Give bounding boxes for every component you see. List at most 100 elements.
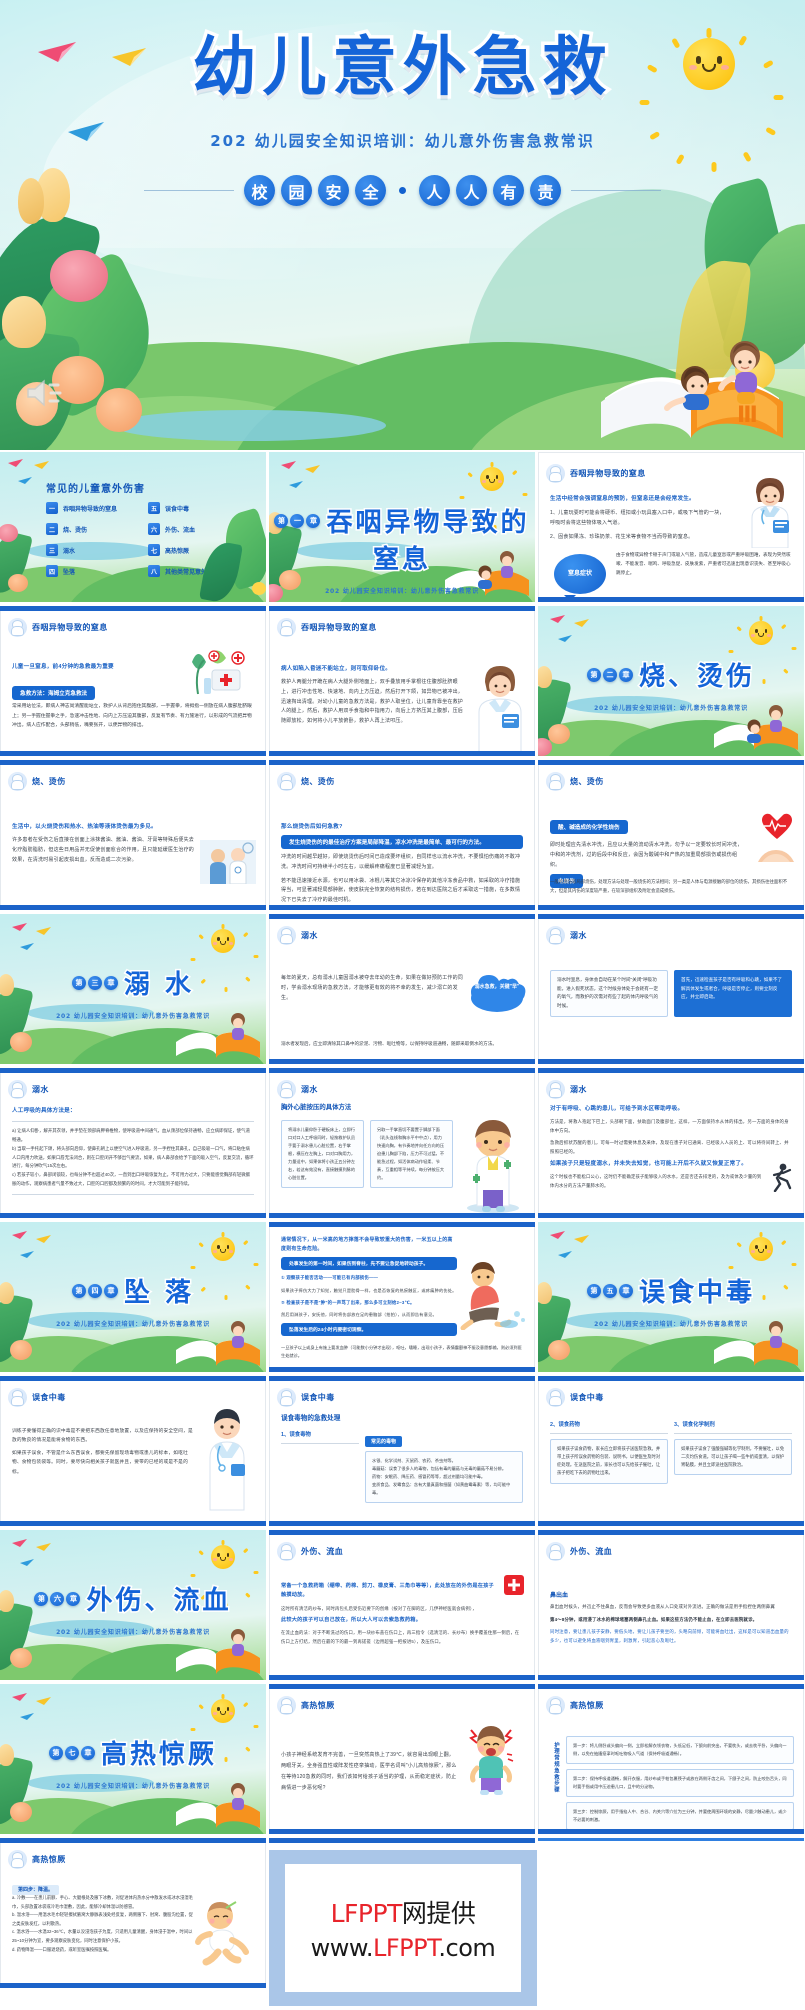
slide-bottom-bar: [0, 751, 266, 756]
hands-icon: [756, 840, 796, 864]
slide-bottom-bar: [269, 1213, 535, 1218]
toc-label: 坠落: [63, 568, 76, 576]
thumbnail-slide-s8[interactable]: 烧、烫伤 那么烧烫伤后如何急救? 发生烧烫伤的的最佳治疗方案是局部降温，凉水冲洗…: [269, 760, 535, 910]
sun-icon: [190, 1232, 259, 1300]
slide-bottom-bar: [0, 905, 266, 910]
cover-slide[interactable]: 幼儿意外急救 202 幼儿园安全知识培训：幼儿意外伤害急救常识 校 园 安 全 …: [0, 0, 805, 450]
slide-bottom-bar: [269, 751, 535, 756]
thumbnail-slide-s12[interactable]: 溺水 溺水时窒息，身体会自动在某个时间"关闭"呼吸功能，进入假死状态，这个时候身…: [538, 914, 804, 1064]
section-num-char: 二: [602, 667, 617, 682]
thumbnail-section-7[interactable]: 第 七 章 高热惊厥 202 幼儿园安全知识培训：幼儿意外伤害急救常识: [0, 1684, 266, 1834]
section-number: 第 三 章: [71, 975, 118, 990]
watermark-box: LFPPT网提供 www.LFPPT.com: [285, 1864, 521, 1992]
slogan-char: 有: [493, 175, 524, 206]
slide-top-bar: [269, 1530, 535, 1535]
thumbnail-slide-s14[interactable]: 溺水 胸外心脏按压的具体方法 将溺水儿童仰卧于硬板床上，立即行口对口人工呼吸同时…: [269, 1068, 535, 1218]
slide-header-title: 溺水: [570, 931, 587, 940]
toc-item-2[interactable]: 二 烧、烫伤: [46, 523, 134, 535]
toc-label: 高热惊厥: [165, 547, 190, 555]
thumbnail-slide-contents[interactable]: 常见的儿童意外伤害 一 吞咽异物导致的窒息 五 误食中毒 二 烧、烫伤 六 外伤…: [0, 452, 266, 602]
slide-lead: 那么烧烫伤后如何急救?: [281, 824, 343, 830]
doctor-avatar-icon: [546, 772, 565, 791]
slide-body: 2、误食药物 如果孩子误食药物，家长应立即将孩子送医院急救。并带上孩子所误食药物…: [550, 1420, 792, 1484]
thumbnail-slide-s20[interactable]: 误食中毒 误食毒物的急救处理 1、误食毒物 常见的毒物 水银、化学试剂、灭鼠药、…: [269, 1376, 535, 1526]
toc-list: 一 吞咽异物导致的窒息 五 误食中毒 二 烧、烫伤 六 外伤、流血 三 溺水 七…: [46, 502, 236, 577]
slide-header-title: 烧、烫伤: [301, 777, 335, 786]
thumbnail-slide-s24[interactable]: 外伤、流血 鼻出血 鼻出血时候头，并迅止不住鼻血，反而会导致更多血液从入口处或对…: [538, 1530, 804, 1680]
slide-header: 外伤、流血: [546, 1542, 612, 1561]
slide-lead2: 此较大的孩子可以自己放在，所以大人可以去索急救药箱。: [281, 1617, 422, 1624]
section-num-char: 第: [71, 1283, 86, 1298]
slide-title: 胸外心脏按压的具体方法: [281, 1104, 352, 1111]
section-title-block: 第 五 章 误食中毒 202 幼儿园安全知识培训：幼儿意外伤害急救常识: [538, 1272, 804, 1328]
thumbnail-section-5[interactable]: 第 五 章 误食中毒 202 幼儿园安全知识培训：幼儿意外伤害急救常识: [538, 1222, 804, 1372]
watermark-line-2: www.LFPPT.com: [311, 1934, 496, 1962]
heart-pulse-icon: [760, 812, 794, 842]
thumbnail-section-1[interactable]: 第 一 章 吞咽异物导致的窒息 202 幼儿园安全知识培训：幼儿意外伤害急救常识: [269, 452, 535, 602]
speaker-icon[interactable]: [24, 376, 66, 410]
slide-p2: 如果孩子误食，不管是什么东西误食，都要先保留现场毒物或患儿的标本，如呕吐物、食物…: [12, 1450, 188, 1474]
baby-illustration: [192, 1900, 258, 1966]
slide-header-title: 高热惊厥: [301, 1701, 335, 1710]
section-title: 外伤、流血: [85, 1585, 232, 1618]
doctor-avatar-icon: [8, 1080, 27, 1099]
thumbnail-slide-s17[interactable]: 通常情况下，从一米高的地方摔落不会导致较重大的伤害，一米五以上的高度则有生命危险…: [269, 1222, 535, 1372]
thumbnail-slide-s27[interactable]: 高热惊厥 护理常规急救步骤 第一步：将儿侧卧或头偏向一侧，立即松解衣领衣物，头低…: [538, 1684, 804, 1834]
answer-1: 如果孩子摔伤大力了知觉，触觉只是肋骨一样，也是否恢复的热瘀触区，或疼痛肿的伤处。: [281, 1287, 457, 1293]
slide-bottom-bar: [538, 1213, 804, 1218]
thumbnail-section-4[interactable]: 第 四 章 坠 落 202 幼儿园安全知识培训：幼儿意外伤害急救常识: [0, 1222, 266, 1372]
section-num-char: 第: [586, 667, 601, 682]
thumbnail-slide-s9[interactable]: 烧、烫伤 酸、碱造成的化学性烧伤 即时处理应先清水冲洗，且应以大量的流动清水冲洗…: [538, 760, 804, 910]
section-number: 第 四 章: [71, 1283, 118, 1298]
slide-p1: 1、儿童玩耍时可能会将硬币、纽扣或小玩具塞入口中，或吸下气管的一块，呼吸时会将这…: [550, 510, 725, 527]
toc-item-7[interactable]: 七 高热惊厥: [148, 544, 236, 556]
thumbnail-section-6[interactable]: 第 六 章 外伤、流血 202 幼儿园安全知识培训：幼儿意外伤害急救常识: [0, 1530, 266, 1680]
slide-title: 误食毒物的急救处理: [281, 1415, 341, 1422]
thumbnail-slide-s13[interactable]: 溺水 人工呼吸的具体方法是： a) 让病人仰卧，解开其衣领，并手垫在颈部肩胛脊椎…: [0, 1068, 266, 1218]
doctor-avatar-icon: [8, 618, 27, 637]
slide-bottom-bar: [269, 905, 535, 910]
section-num-char: 三: [87, 975, 102, 990]
slide-body: 人工呼吸的具体方法是： a) 让病人仰卧，解开其衣领，并手垫在颈部肩胛脊椎物，使…: [12, 1106, 254, 1200]
slide-top-bar: [269, 1222, 535, 1227]
thumbnail-slide-s28[interactable]: 高热惊厥 第四步：降温。 a. 冷敷——在患儿前额、手心、大腿根处及腋下冰敷，对…: [0, 1838, 266, 1988]
toc-item-5[interactable]: 五 误食中毒: [148, 502, 236, 514]
thumbnail-slide-s11[interactable]: 溺水 每年的夏天，总有溺水儿童因溺水被夺去年幼的生命，如果在做好预防工作的同时，…: [269, 914, 535, 1064]
toc-item-1[interactable]: 一 吞咽异物导致的窒息: [46, 502, 134, 514]
thumbnail-slide-s5[interactable]: 吞咽异物导致的窒息 病人如陷入昏迷不能站立，则可取仰卧位。 救护人两腿分开跪在病…: [269, 606, 535, 756]
first-aid-kit-icon: [503, 1574, 525, 1596]
toc-label: 误食中毒: [165, 505, 190, 513]
doctor-avatar-icon: [546, 464, 565, 483]
slide-p1: 即时处理应先清水冲洗，且应以大量的流动清水冲洗，勿予以一定要较长时间冲洗，中和的…: [550, 842, 743, 868]
toc-item-3[interactable]: 三 溺水: [46, 544, 134, 556]
slide-lead: 生活中经常会强调窒息的预防，但窒息还是会经常发生。: [550, 496, 695, 502]
doctor-avatar-icon: [546, 1388, 565, 1407]
section-title-block: 第 三 章 溺 水 202 幼儿园安全知识培训：幼儿意外伤害急救常识: [0, 964, 266, 1021]
thumbnail-slide-s26[interactable]: 高热惊厥 小孩子神经系统发育不完善，一旦突然高热上了39℃，就容易出现眼上翻，两…: [269, 1684, 535, 1834]
thumbnail-slide-s3[interactable]: 吞咽异物导致的窒息 生活中经常会强调窒息的预防，但窒息还是会经常发生。 1、儿童…: [538, 452, 804, 602]
thumbnail-section-2[interactable]: 第 二 章 烧、烫伤 202 幼儿园安全知识培训：幼儿意外伤害急救常识: [538, 606, 804, 756]
toc-item-4[interactable]: 四 坠落: [46, 565, 134, 577]
thumbnail-slide-s19[interactable]: 误食中毒 训练子要懂得正确的识中毒是不要把东西放任意地放置，以及应保持的安全空间…: [0, 1376, 266, 1526]
toc-item-8[interactable]: 八 其他类常见意外事故急救: [148, 565, 236, 577]
thumbnail-slide-s21[interactable]: 误食中毒 2、误食药物 如果孩子误食药物，家长应立即将孩子送医院急救。并带上孩子…: [538, 1376, 804, 1526]
slide-header-title: 误食中毒: [301, 1393, 335, 1402]
divider: [12, 1193, 254, 1195]
thumbnail-slide-s4[interactable]: 吞咽异物导致的窒息 儿童一旦窒息，前4分钟的急救最为重要 急救方法：海姆立克急救…: [0, 606, 266, 756]
thumbnail-slide-s15[interactable]: 溺水 对于有呼吸、心跳的患儿，可给予到水区帮助呼吸。 方法是，将救人抱起下巴上，…: [538, 1068, 804, 1218]
thumbnail-slide-s7[interactable]: 烧、烫伤 生活中，以火烧烫伤和热水、热油等液体烫伤最为多见。 许多患者在受伤之后…: [0, 760, 266, 910]
slide-note: 一旦孩子以上或身上有施上要发血肿（可能数小分钟才出现），呕吐，嗜睡，出现小孩子，…: [281, 1345, 522, 1359]
slide-header: 溺水: [546, 926, 587, 945]
toc-item-6[interactable]: 六 外伤、流血: [148, 523, 236, 535]
thumbnail-slide-s23[interactable]: 外伤、流血 常备一个急救药箱（绷带、药棉、剪刀、橡皮膏、三角巾等等），此处放在的…: [269, 1530, 535, 1680]
slide-body: 儿童一旦窒息，前4分钟的急救最为重要: [12, 662, 170, 672]
slide-p1: 鼻出血时候头，并迅止不住鼻血，反而会导致更多血液从入口处或对外流进。正确的做法是…: [550, 1604, 775, 1609]
thumbnail-section-3[interactable]: 第 三 章 溺 水 202 幼儿园安全知识培训：幼儿意外伤害急救常识: [0, 914, 266, 1064]
step-1: 第一步：将儿侧卧或头偏向一侧，立即松解衣领衣物，头低足低，下颌向前突出，不要枕头…: [566, 1736, 794, 1764]
slide-body: 将溺水儿童仰卧于硬板床上，立即行口对口人工呼吸同时，轻按救护队员手要于溺水患儿心…: [281, 1120, 453, 1188]
doctor-and-patient-illustration: [200, 840, 256, 885]
section-title: 烧、烫伤: [637, 661, 755, 694]
section-number: 第 六 章: [34, 1591, 81, 1606]
slide-lead: 人工呼吸的具体方法是：: [12, 1108, 76, 1114]
doctor-avatar-icon: [546, 926, 565, 945]
